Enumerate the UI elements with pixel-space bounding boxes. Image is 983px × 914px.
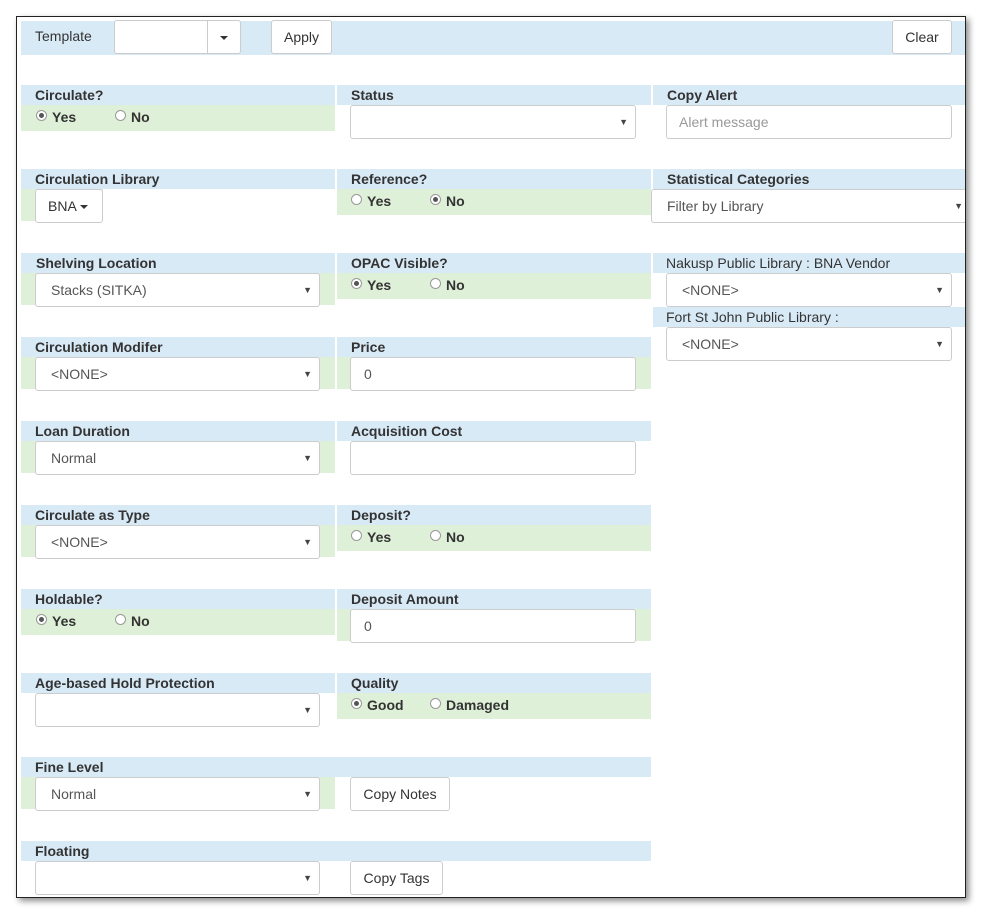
deposit-amount-label: Deposit Amount <box>351 591 459 607</box>
fine-level-select[interactable]: Normal ▼ <box>35 777 320 811</box>
stat-cat-fort-st-john-select[interactable]: <NONE> ▼ <box>666 327 952 361</box>
deposit-no-radio[interactable] <box>430 530 441 541</box>
holdable-yes-label: Yes <box>52 613 77 629</box>
loan-duration-label: Loan Duration <box>35 423 130 439</box>
clear-button[interactable]: Clear <box>892 20 952 54</box>
holdable-label: Holdable? <box>35 591 103 607</box>
shelving-location-label: Shelving Location <box>36 255 157 271</box>
select-arrow-icon: ▼ <box>303 537 312 547</box>
opac-visible-no-radio[interactable] <box>430 278 441 289</box>
select-arrow-icon: ▼ <box>303 285 312 295</box>
copy-alert-input[interactable]: Alert message <box>666 105 952 139</box>
deposit-yes-label: Yes <box>367 529 392 545</box>
select-arrow-icon: ▼ <box>935 339 944 349</box>
price-input[interactable]: 0 <box>350 357 636 391</box>
deposit-yes-radio[interactable] <box>351 530 362 541</box>
fine-level-header <box>21 757 651 777</box>
stat-cat-nakusp-select[interactable]: <NONE> ▼ <box>666 273 952 307</box>
circulation-library-value: BNA <box>48 198 77 214</box>
circulate-yes-label: Yes <box>52 109 77 125</box>
circulate-as-type-label: Circulate as Type <box>35 507 150 523</box>
age-hold-protection-label: Age-based Hold Protection <box>35 675 215 691</box>
fine-level-label: Fine Level <box>35 759 104 775</box>
fine-level-value: Normal <box>51 786 97 802</box>
template-input[interactable] <box>114 20 208 54</box>
select-arrow-icon: ▼ <box>303 453 312 463</box>
quality-good-radio[interactable] <box>351 698 362 709</box>
select-arrow-icon: ▼ <box>935 285 944 295</box>
stat-cat-fort-st-john-label: Fort St John Public Library : <box>666 309 839 325</box>
holdable-yes-radio[interactable] <box>36 614 47 625</box>
copy-tags-button[interactable]: Copy Tags <box>350 861 443 895</box>
caret-down-icon <box>220 36 228 41</box>
circulation-modifier-label: Circulation Modifer <box>35 339 163 355</box>
caret-down-icon <box>79 205 88 210</box>
reference-yes-radio[interactable] <box>351 194 362 205</box>
quality-label: Quality <box>351 675 399 691</box>
deposit-amount-input[interactable]: 0 <box>350 609 636 643</box>
shelving-location-select[interactable]: Stacks (SITKA) ▼ <box>35 273 320 307</box>
stat-cat-nakusp-value: <NONE> <box>682 282 739 298</box>
select-arrow-icon: ▼ <box>303 789 312 799</box>
circulate-as-type-select[interactable]: <NONE> ▼ <box>35 525 320 559</box>
status-label: Status <box>351 87 394 103</box>
statistical-categories-library-filter[interactable]: Filter by Library ▼ <box>651 189 965 223</box>
reference-no-radio[interactable] <box>430 194 441 205</box>
copy-attribute-editor: Template Apply Clear Circulate? Yes No C… <box>16 16 966 898</box>
deposit-label: Deposit? <box>351 507 411 523</box>
floating-label: Floating <box>35 843 90 859</box>
opac-visible-yes-label: Yes <box>367 277 392 293</box>
reference-label: Reference? <box>351 171 428 187</box>
template-label: Template <box>35 28 92 44</box>
quality-damaged-radio[interactable] <box>430 698 441 709</box>
opac-visible-yes-radio[interactable] <box>351 278 362 289</box>
loan-duration-value: Normal <box>51 450 97 466</box>
stat-cat-fort-st-john-value: <NONE> <box>682 336 739 352</box>
acquisition-cost-input[interactable] <box>350 441 636 475</box>
shelving-location-value: Stacks (SITKA) <box>51 282 147 298</box>
select-arrow-icon: ▼ <box>954 201 963 211</box>
holdable-no-radio[interactable] <box>115 614 126 625</box>
acquisition-cost-label: Acquisition Cost <box>351 423 463 439</box>
status-select[interactable]: ▼ <box>350 105 636 139</box>
library-filter-value: Filter by Library <box>667 198 764 214</box>
deposit-no-label: No <box>446 529 465 545</box>
loan-duration-select[interactable]: Normal ▼ <box>35 441 320 475</box>
floating-header <box>21 841 651 861</box>
price-label: Price <box>351 339 386 355</box>
template-dropdown-button[interactable] <box>207 20 241 54</box>
circulate-label: Circulate? <box>35 87 104 103</box>
opac-visible-label: OPAC Visible? <box>351 255 448 271</box>
circulate-as-type-value: <NONE> <box>51 534 108 550</box>
select-arrow-icon: ▼ <box>303 369 312 379</box>
reference-no-label: No <box>446 193 465 209</box>
apply-button[interactable]: Apply <box>271 20 332 54</box>
select-arrow-icon: ▼ <box>619 117 628 127</box>
floating-select[interactable]: ▼ <box>35 861 320 895</box>
circulation-modifier-select[interactable]: <NONE> ▼ <box>35 357 320 391</box>
quality-damaged-label: Damaged <box>446 697 510 713</box>
holdable-no-label: No <box>131 613 150 629</box>
reference-yes-label: Yes <box>367 193 392 209</box>
opac-visible-no-label: No <box>446 277 465 293</box>
circulate-no-label: No <box>131 109 150 125</box>
age-hold-protection-select[interactable]: ▼ <box>35 693 320 727</box>
statistical-categories-label: Statistical Categories <box>667 171 810 187</box>
copy-notes-button[interactable]: Copy Notes <box>350 777 450 811</box>
copy-alert-label: Copy Alert <box>667 87 738 103</box>
select-arrow-icon: ▼ <box>303 705 312 715</box>
quality-good-label: Good <box>367 697 404 713</box>
circulate-no-radio[interactable] <box>115 110 126 121</box>
stat-cat-nakusp-label: Nakusp Public Library : BNA Vendor <box>666 255 891 271</box>
circulation-library-dropdown[interactable]: BNA <box>35 189 103 223</box>
circulation-library-label: Circulation Library <box>35 171 160 187</box>
circulation-modifier-value: <NONE> <box>51 366 108 382</box>
select-arrow-icon: ▼ <box>303 873 312 883</box>
circulate-yes-radio[interactable] <box>36 110 47 121</box>
